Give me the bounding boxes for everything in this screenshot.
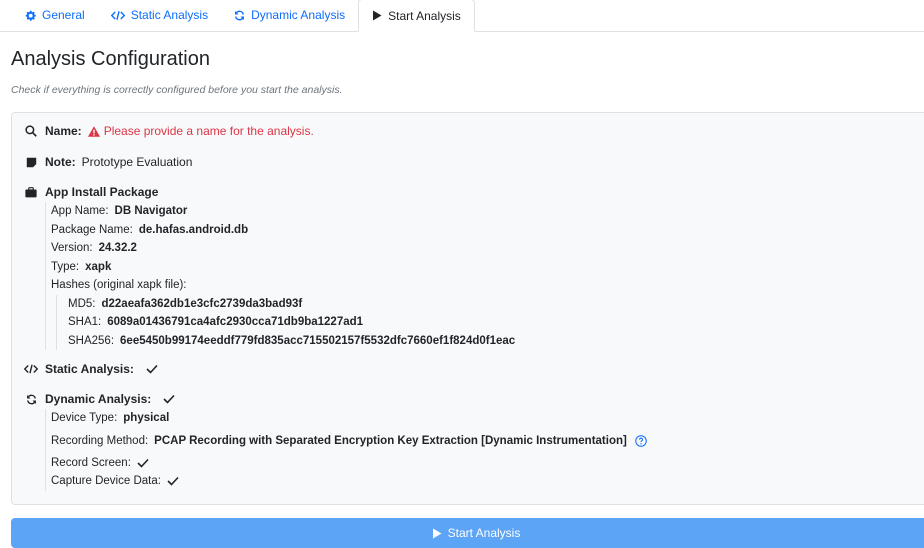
- static-analysis-row: Static Analysis:: [24, 362, 158, 376]
- sha1-label: SHA1:: [68, 316, 102, 329]
- tab-label: General: [42, 8, 85, 22]
- record-screen-row: Record Screen:: [51, 454, 647, 473]
- capture-device-data-label: Capture Device Data:: [51, 475, 161, 488]
- page-subtitle: Check if everything is correctly configu…: [11, 84, 343, 96]
- hashes-label: Hashes (original xapk file):: [51, 279, 187, 292]
- tab-label: Dynamic Analysis: [251, 8, 346, 22]
- start-analysis-button[interactable]: Start Analysis: [11, 518, 924, 548]
- tab-start-analysis[interactable]: Start Analysis: [358, 0, 475, 32]
- code-icon: [110, 10, 125, 21]
- note-value: Prototype Evaluation: [81, 155, 193, 169]
- name-row: Name: Please provide a name for the anal…: [24, 124, 314, 138]
- md5-label: MD5:: [68, 297, 96, 310]
- configuration-summary-panel: Name: Please provide a name for the anal…: [11, 112, 924, 505]
- record-screen-label: Record Screen:: [51, 456, 131, 469]
- sync-icon: [234, 10, 245, 21]
- package-name-label: Package Name:: [51, 223, 133, 236]
- package-details: App Name: DB Navigator Package Name: de.ha…: [45, 202, 515, 350]
- package-name-value: de.hafas.android.db: [138, 223, 249, 236]
- tab-bar: General Static Analysis Dynamic Analysis…: [0, 0, 924, 32]
- check-icon: [137, 458, 149, 468]
- hash-list: MD5: d22aeafa362db1e3cfc2739da3bad93f SHA…: [56, 294, 515, 351]
- page-title: Analysis Configuration: [11, 48, 210, 70]
- tab-dynamic-analysis[interactable]: Dynamic Analysis: [221, 0, 358, 31]
- dynamic-analysis-row: Dynamic Analysis:: [24, 392, 175, 406]
- play-icon: [372, 10, 382, 21]
- note-row: Note: Prototype Evaluation: [24, 155, 192, 169]
- type-row: Type: xapk: [51, 258, 515, 277]
- check-icon: [167, 476, 179, 486]
- sha256-row: SHA256: 6ee5450b99174eeddf779fd835acc7155…: [68, 332, 515, 351]
- name-error-text: Please provide a name for the analysis.: [103, 124, 314, 138]
- type-value: xapk: [85, 260, 112, 273]
- tab-label: Static Analysis: [130, 8, 209, 22]
- version-row: Version: 24.32.2: [51, 239, 515, 258]
- app-name-value: DB Navigator: [114, 205, 188, 218]
- sha256-value: 6ee5450b99174eeddf779fd835acc715502157f5…: [120, 334, 516, 347]
- recording-method-label: Recording Method:: [51, 434, 149, 447]
- md5-value: d22aeafa362db1e3cfc2739da3bad93f: [101, 297, 303, 310]
- device-type-label: Device Type:: [51, 412, 118, 425]
- package-name-row: Package Name: de.hafas.android.db: [51, 221, 515, 240]
- sha1-row: SHA1: 6089a01436791ca4afc2930cca71db9ba12…: [68, 313, 515, 332]
- code-icon: [24, 364, 38, 374]
- hashes-row: Hashes (original xapk file):: [51, 276, 515, 295]
- app-name-row: App Name: DB Navigator: [51, 202, 515, 221]
- check-icon: [163, 394, 175, 404]
- device-type-value: physical: [123, 412, 170, 425]
- md5-row: MD5: d22aeafa362db1e3cfc2739da3bad93f: [68, 295, 515, 314]
- tab-general[interactable]: General: [12, 0, 98, 31]
- sha256-label: SHA256:: [68, 334, 115, 347]
- device-type-row: Device Type: physical: [51, 409, 647, 428]
- app-name-label: App Name:: [51, 205, 109, 218]
- briefcase-icon: [24, 186, 38, 198]
- version-label: Version:: [51, 242, 93, 255]
- start-analysis-label: Start Analysis: [447, 526, 521, 540]
- warning-icon: [87, 125, 100, 137]
- play-icon: [432, 528, 442, 538]
- capture-device-data-row: Capture Device Data:: [51, 472, 647, 491]
- tab-label: Start Analysis: [388, 8, 461, 23]
- name-label: Name:: [45, 124, 82, 138]
- dynamic-analysis-label: Dynamic Analysis:: [45, 392, 152, 406]
- type-label: Type:: [51, 260, 80, 273]
- note-label: Note:: [45, 155, 76, 169]
- version-value: 24.32.2: [98, 242, 137, 255]
- tab-static-analysis[interactable]: Static Analysis: [98, 0, 221, 31]
- sha1-value: 6089a01436791ca4afc2930cca71db9ba1227ad1: [107, 316, 364, 329]
- help-icon[interactable]: [635, 434, 647, 447]
- name-error: Please provide a name for the analysis.: [87, 124, 314, 138]
- check-icon: [146, 364, 158, 374]
- package-label: App Install Package: [45, 185, 159, 199]
- sync-icon: [24, 394, 38, 405]
- gear-icon: [25, 10, 36, 21]
- note-icon: [24, 157, 38, 168]
- dynamic-details: Device Type: physical Recording Method: P…: [45, 409, 647, 491]
- recording-method-row: Recording Method: PCAP Recording with Se…: [51, 428, 647, 454]
- search-icon: [24, 125, 38, 137]
- package-row: App Install Package: [24, 185, 164, 199]
- recording-method-value: PCAP Recording with Separated Encryption…: [154, 434, 627, 447]
- static-analysis-label: Static Analysis:: [45, 362, 134, 376]
